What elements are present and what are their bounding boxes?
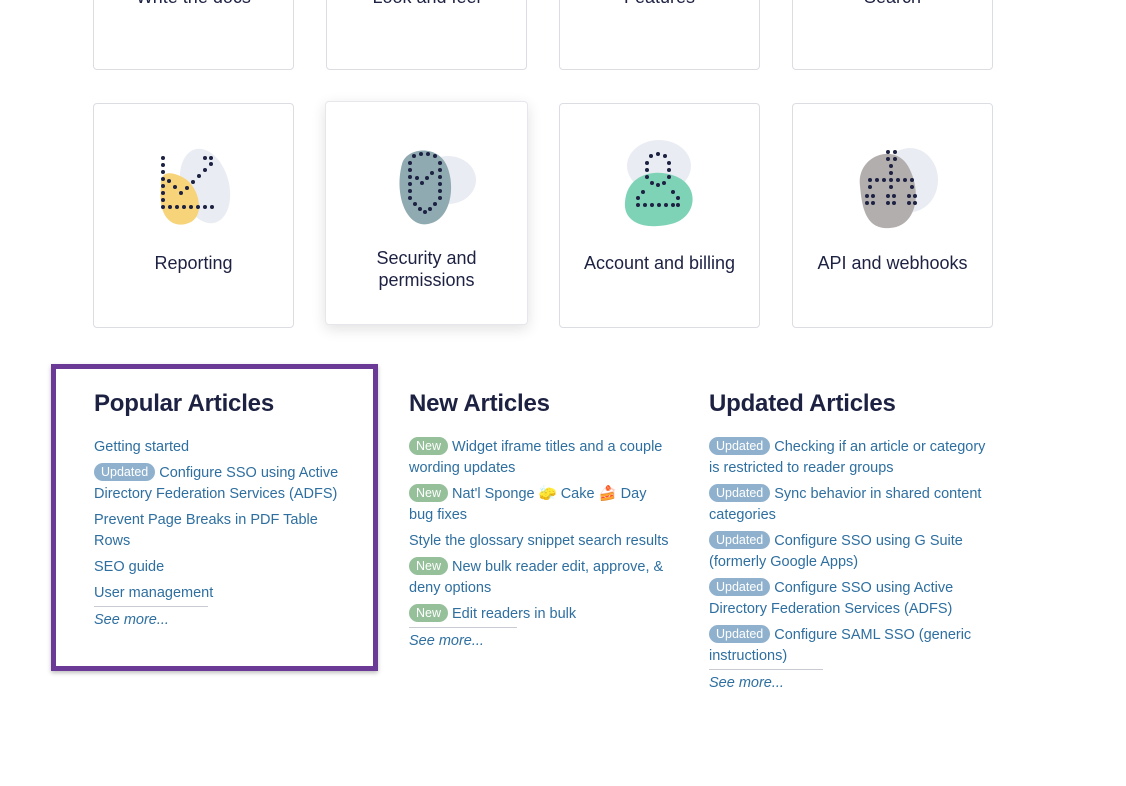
popular-articles-section: Popular Articles Getting started Updated… (94, 390, 344, 629)
divider (709, 669, 823, 670)
updated-badge: Updated (709, 578, 771, 596)
list-item: User management (94, 583, 344, 604)
list-item: New Edit readers in bulk (409, 604, 669, 625)
list-item: New New bulk reader edit, approve, & deny… (409, 557, 669, 599)
list-item: New Nat'l Sponge 🧽 Cake 🍰 Day bug fixes (409, 484, 669, 526)
category-card-api-and-webhooks[interactable]: API and webhooks (792, 103, 993, 328)
article-link[interactable]: Getting started (94, 439, 189, 455)
new-articles-title: New Articles (409, 390, 550, 417)
category-title: Features (560, 0, 759, 8)
category-card-search[interactable]: Search (792, 0, 993, 70)
new-badge: New (409, 437, 449, 455)
category-card-security-and-permissions[interactable]: Security and permissions (325, 101, 528, 325)
updated-badge: Updated (709, 531, 771, 549)
new-badge: New (409, 557, 449, 575)
list-item: Updated Checking if an article or categor… (709, 437, 999, 479)
article-link[interactable]: User management (94, 585, 213, 601)
network-icon (859, 148, 938, 229)
popular-articles-title: Popular Articles (94, 390, 274, 417)
list-item: SEO guide (94, 557, 344, 578)
list-item: Updated Configure SSO using G Suite (form… (709, 531, 999, 573)
popular-articles-list: Getting started Updated Configure SSO usi… (94, 437, 344, 604)
new-badge: New (409, 604, 449, 622)
category-card-features[interactable]: Features (559, 0, 760, 70)
new-badge: New (409, 484, 449, 502)
list-item: Updated Configure SSO using Active Direct… (94, 463, 344, 505)
new-articles-list: New Widget iframe titles and a couple wor… (409, 437, 669, 625)
article-link[interactable]: Style the glossary snippet search result… (409, 533, 669, 549)
article-link[interactable]: Prevent Page Breaks in PDF Table Rows (94, 512, 318, 549)
divider (94, 606, 208, 607)
updated-badge: Updated (709, 484, 771, 502)
list-item: Style the glossary snippet search result… (409, 531, 669, 552)
category-label: Reporting (154, 253, 233, 273)
updated-badge: Updated (709, 437, 771, 455)
category-title: Look and feel (327, 0, 526, 8)
list-item: Getting started (94, 437, 344, 458)
see-more-link[interactable]: See more... (709, 675, 784, 691)
updated-articles-section: Updated Articles Updated Checking if an a… (709, 390, 999, 692)
updated-badge: Updated (94, 463, 156, 481)
category-label: Security and permissions (376, 248, 477, 290)
article-link[interactable]: Edit readers in bulk (452, 606, 576, 622)
list-item: New Widget iframe titles and a couple wor… (409, 437, 669, 479)
updated-badge: Updated (709, 625, 771, 643)
shield-check-icon (399, 150, 476, 225)
user-icon (624, 140, 693, 227)
category-title: Search (793, 0, 992, 8)
updated-articles-list: Updated Checking if an article or categor… (709, 437, 999, 667)
category-card-look-and-feel[interactable]: Look and feel (326, 0, 527, 70)
list-item: Updated Configure SSO using Active Direct… (709, 578, 999, 620)
divider (409, 627, 517, 628)
chart-icon (159, 148, 230, 225)
updated-articles-title: Updated Articles (709, 390, 896, 417)
category-label: Account and billing (583, 253, 736, 273)
list-item: Prevent Page Breaks in PDF Table Rows (94, 510, 344, 552)
new-articles-section: New Articles New Widget iframe titles and… (409, 390, 669, 650)
list-item: Updated Configure SAML SSO (generic instr… (709, 625, 999, 667)
list-item: Updated Sync behavior in shared content c… (709, 484, 999, 526)
article-link[interactable]: SEO guide (94, 559, 164, 575)
category-label: API and webhooks (817, 253, 968, 273)
see-more-link[interactable]: See more... (94, 612, 169, 628)
category-card-write-the-docs[interactable]: Write the docs (93, 0, 294, 70)
see-more-link[interactable]: See more... (409, 633, 484, 649)
category-card-reporting[interactable]: Reporting (93, 103, 294, 328)
category-title: Write the docs (94, 0, 293, 8)
category-card-account-and-billing[interactable]: Account and billing (559, 103, 760, 328)
